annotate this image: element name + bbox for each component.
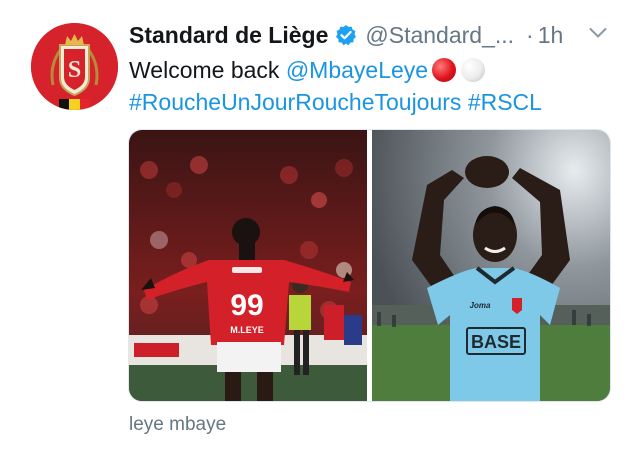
tweet-media[interactable]: 99 M.LEYE BASE Joma [128, 129, 611, 402]
svg-text:S: S [68, 57, 81, 83]
photo-tag-caption[interactable]: leye mbaye [129, 414, 226, 436]
shirt-brand: Joma [470, 301, 491, 310]
jersey-name: M.LEYE [230, 325, 264, 335]
verified-badge-icon [335, 24, 357, 46]
tweet-photo-player-clapping[interactable]: BASE Joma [372, 130, 610, 401]
mention-link[interactable]: @MbayeLeye [286, 57, 428, 83]
standard-liege-crest-icon: S [31, 23, 118, 110]
tweet-timestamp[interactable]: 1h [538, 22, 564, 49]
tweet-photo-player-back[interactable]: 99 M.LEYE [129, 130, 367, 401]
account-name[interactable]: Standard de Liège [129, 22, 328, 49]
tweet-header: Standard de Liège @Standard_... · 1h [129, 18, 629, 52]
shirt-sponsor: BASE [471, 332, 521, 352]
separator-dot: · [526, 21, 534, 48]
white-circle-emoji-icon [461, 58, 486, 82]
chevron-down-icon[interactable] [589, 26, 607, 38]
profile-avatar[interactable]: S [31, 23, 118, 110]
jersey-number: 99 [230, 289, 263, 322]
account-handle[interactable]: @Standard_... [365, 22, 514, 49]
tweet-card[interactable]: S Standard de Liège @Standard_... · 1h W… [0, 0, 640, 457]
tweet-text-welcome: Welcome back [129, 57, 280, 83]
hashtag-link-rouche[interactable]: #RoucheUnJourRoucheToujours [129, 89, 461, 115]
tweet-text: Welcome back @MbayeLeye #RoucheUnJourRou… [129, 54, 609, 118]
red-circle-emoji-icon [432, 58, 457, 82]
hashtag-link-rscl[interactable]: #RSCL [468, 89, 542, 115]
